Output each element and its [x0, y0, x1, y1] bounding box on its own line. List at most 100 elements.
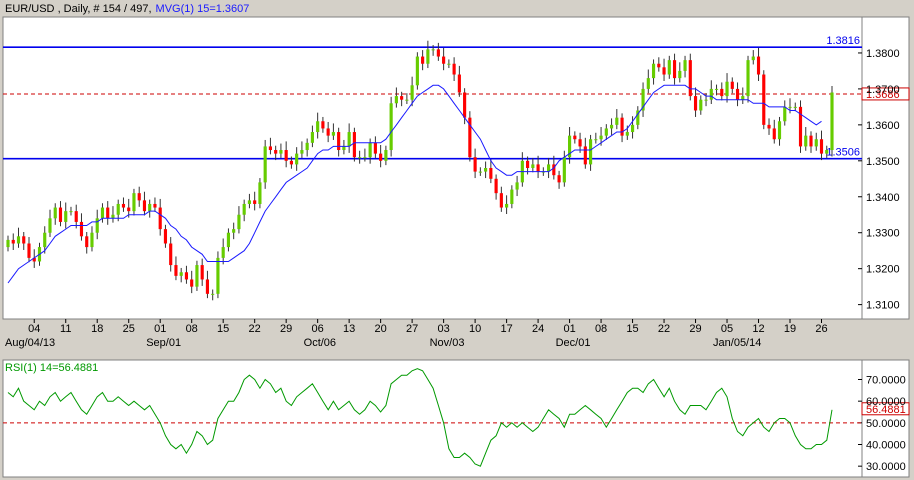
- candle-body: [809, 135, 813, 147]
- x-tick-label: 27: [406, 323, 418, 335]
- candle-body: [415, 56, 419, 86]
- candle-body: [505, 203, 509, 208]
- candle-body: [205, 279, 210, 294]
- candle-body: [515, 182, 519, 190]
- candle-body: [751, 56, 755, 61]
- candle-body: [662, 67, 666, 75]
- header-line: EUR/USD , Daily, # 154 / 497, MVG(1) 15=1…: [5, 3, 249, 15]
- x-tick-label: 26: [815, 323, 827, 335]
- candle-body: [132, 193, 136, 212]
- candle-body: [442, 56, 446, 64]
- candle-body: [389, 103, 393, 151]
- candle-body: [284, 150, 288, 161]
- rsi-y-tick-label: 50.0000: [866, 418, 906, 430]
- candle-body: [64, 211, 68, 222]
- candle-body: [426, 49, 430, 64]
- candle-body: [242, 203, 246, 215]
- x-tick-label: 06: [312, 323, 324, 335]
- x-tick-label: 10: [469, 323, 481, 335]
- candle-body: [316, 121, 320, 133]
- price-panel: [2, 16, 863, 320]
- x-tick-label: 29: [280, 323, 292, 335]
- candle-body: [211, 293, 215, 295]
- candle-body: [762, 74, 766, 125]
- candle-body: [767, 124, 771, 129]
- candle-body: [536, 164, 540, 172]
- candle-body: [526, 160, 530, 168]
- rsi-panel: [2, 359, 863, 478]
- candle-body: [688, 60, 692, 97]
- candle-body: [258, 182, 262, 204]
- candle-body: [253, 200, 257, 204]
- x-tick-label: 29: [689, 323, 701, 335]
- candle-body: [305, 142, 309, 151]
- candle-body: [74, 211, 78, 222]
- x-tick-label: 12: [752, 323, 764, 335]
- candle-body: [226, 232, 231, 248]
- candle-body: [657, 63, 661, 68]
- x-tick-label: 19: [784, 323, 796, 335]
- candle-body: [604, 128, 608, 136]
- candle-body: [588, 139, 593, 165]
- candle-body: [693, 96, 698, 111]
- candle-body: [232, 229, 236, 233]
- candle-body: [620, 117, 624, 136]
- candle-body: [274, 150, 278, 154]
- x-tick-label: 01: [154, 323, 166, 335]
- candle-body: [237, 214, 241, 230]
- x-tick-label: 18: [91, 323, 103, 335]
- x-tick-label: 22: [658, 323, 670, 335]
- candle-body: [557, 175, 561, 183]
- candle-body: [142, 200, 147, 212]
- price-y-tick-label: 1.3400: [866, 192, 900, 204]
- price-y-tick-label: 1.3100: [866, 300, 900, 312]
- candle-body: [625, 132, 629, 136]
- candle-body: [321, 121, 325, 129]
- x-tick-label: 08: [595, 323, 607, 335]
- candle-body: [630, 124, 635, 133]
- candle-body: [730, 81, 734, 89]
- candle-body: [90, 232, 94, 248]
- candle-body: [16, 236, 21, 244]
- level-label: 1.3816: [826, 35, 860, 47]
- candle-body: [6, 239, 10, 248]
- candle-body: [746, 60, 750, 97]
- candle-body: [195, 265, 199, 287]
- candle-body: [594, 139, 598, 141]
- candle-body: [452, 63, 456, 75]
- x-tick-label: 15: [217, 323, 229, 335]
- candle-body: [58, 207, 63, 222]
- candle-body: [573, 135, 577, 140]
- x-tick-label: 17: [500, 323, 512, 335]
- candle-body: [331, 132, 335, 136]
- chart-canvas: 1.38161.35061.3686 56.4881 1.38001.37001…: [2, 3, 910, 478]
- x-month-label: Nov/03: [430, 337, 465, 349]
- candle-body: [804, 135, 808, 147]
- price-y-tick-label: 1.3600: [866, 120, 900, 132]
- candle-body: [436, 49, 440, 57]
- x-month-label: Sep/01: [146, 337, 181, 349]
- candle-body: [116, 203, 120, 215]
- candle-body: [599, 135, 603, 140]
- candle-body: [473, 157, 477, 172]
- candle-body: [169, 243, 173, 266]
- candle-body: [531, 164, 535, 168]
- x-month-label: Dec/01: [556, 337, 591, 349]
- candle-body: [53, 207, 57, 219]
- candle-body: [158, 207, 162, 230]
- x-tick-label: 01: [563, 323, 575, 335]
- candle-body: [352, 132, 356, 158]
- candle-body: [289, 160, 293, 165]
- candle-body: [190, 279, 194, 287]
- candle-body: [279, 150, 283, 154]
- candle-body: [825, 150, 829, 154]
- candle-body: [295, 153, 299, 165]
- candle-body: [174, 265, 178, 276]
- candle-body: [85, 236, 89, 248]
- candle-body: [720, 88, 724, 97]
- x-month-label: Aug/04/13: [5, 337, 55, 349]
- candle-body: [394, 96, 398, 104]
- price-y-tick-label: 1.3800: [866, 48, 900, 60]
- candle-body: [725, 81, 729, 97]
- header-info: , Daily, # 154 / 497,: [55, 3, 152, 15]
